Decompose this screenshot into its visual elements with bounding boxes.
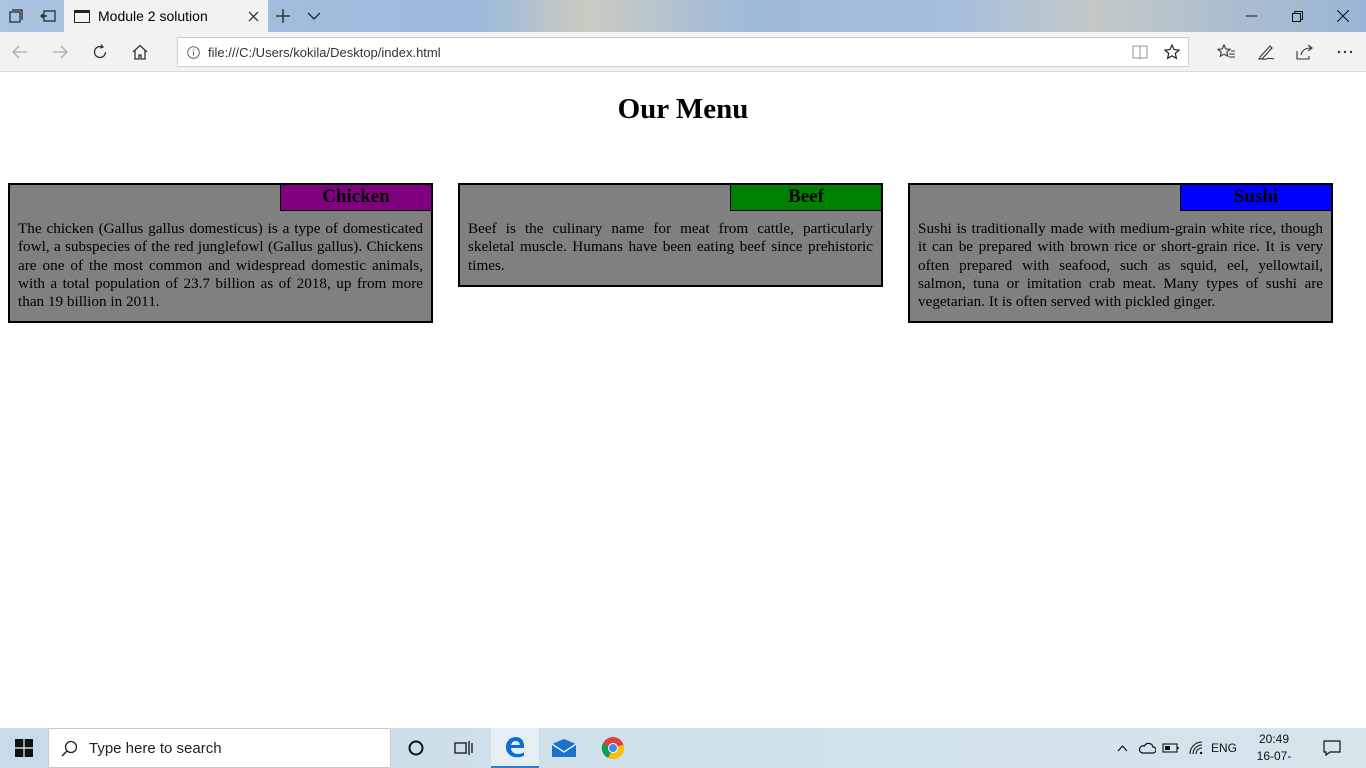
share-icon[interactable] xyxy=(1285,32,1325,72)
chevron-down-icon[interactable] xyxy=(299,0,329,32)
page-icon xyxy=(74,9,90,23)
windows-start-icon[interactable] xyxy=(0,728,48,768)
new-tab-button[interactable] xyxy=(268,0,298,32)
mail-icon[interactable] xyxy=(540,728,588,768)
menu-card-label: Chicken xyxy=(280,185,431,211)
clock[interactable]: 20:49 16-07-2020 xyxy=(1244,728,1304,768)
taskbar: ENG 20:49 16-07-2020 xyxy=(0,728,1366,768)
menu-card-label: Beef xyxy=(730,185,881,211)
clock-time: 20:49 xyxy=(1258,732,1290,746)
navigation-bar xyxy=(0,32,1366,72)
taskbar-search[interactable] xyxy=(48,728,391,768)
edge-browser-icon[interactable] xyxy=(491,728,539,768)
battery-icon[interactable] xyxy=(1160,728,1182,768)
more-options-icon[interactable] xyxy=(1325,32,1365,72)
tab-manager-icon[interactable] xyxy=(0,0,32,32)
favorites-hub-icon[interactable] xyxy=(1206,32,1246,72)
tab-title: Module 2 solution xyxy=(98,8,208,24)
menu-card-sushi: Sushi Sushi is traditionally made with m… xyxy=(908,183,1333,324)
forward-arrow-icon[interactable] xyxy=(40,32,80,72)
info-icon[interactable] xyxy=(178,45,208,59)
address-bar[interactable] xyxy=(177,37,1189,67)
restore-button[interactable] xyxy=(1274,0,1320,32)
page-heading: Our Menu xyxy=(617,93,749,125)
onedrive-icon[interactable] xyxy=(1136,728,1158,768)
tab-active[interactable]: Module 2 solution xyxy=(64,0,268,32)
language-indicator[interactable]: ENG xyxy=(1210,728,1238,768)
wifi-icon[interactable] xyxy=(1186,728,1208,768)
notifications-icon[interactable] xyxy=(1312,728,1352,768)
minimize-button[interactable] xyxy=(1228,0,1274,32)
menu-card-description: The chicken (Gallus gallus domesticus) i… xyxy=(18,220,423,311)
task-view-icon[interactable] xyxy=(440,728,488,768)
close-tab-icon[interactable] xyxy=(238,0,268,32)
title-bar: Module 2 solution xyxy=(0,0,1366,32)
back-arrow-icon[interactable] xyxy=(0,32,40,72)
cortana-icon[interactable] xyxy=(392,728,440,768)
close-window-button[interactable] xyxy=(1320,0,1366,32)
search-input[interactable] xyxy=(89,739,390,757)
reading-view-icon[interactable] xyxy=(1124,38,1156,66)
chevron-up-icon[interactable] xyxy=(1112,728,1132,768)
menu-card-label: Sushi xyxy=(1180,185,1331,211)
menu-card-description: Sushi is traditionally made with medium-… xyxy=(918,220,1323,311)
menu-card-chicken: Chicken The chicken (Gallus gallus domes… xyxy=(8,183,433,324)
search-icon xyxy=(49,740,89,757)
clock-date: 16-07-2020 xyxy=(1256,749,1292,768)
address-input[interactable] xyxy=(208,39,1124,65)
menu-card-description: Beef is the culinary name for meat from … xyxy=(468,220,873,274)
chrome-icon[interactable] xyxy=(589,728,637,768)
menu-card-beef: Beef Beef is the culinary name for meat … xyxy=(458,183,883,287)
set-tabs-aside-icon[interactable] xyxy=(32,0,64,32)
web-page: Our Menu Chicken The chicken (Gallus gal… xyxy=(0,73,1366,728)
home-icon[interactable] xyxy=(120,32,160,72)
pen-icon[interactable] xyxy=(1246,32,1286,72)
favorite-star-icon[interactable] xyxy=(1156,38,1188,66)
refresh-icon[interactable] xyxy=(80,32,120,72)
